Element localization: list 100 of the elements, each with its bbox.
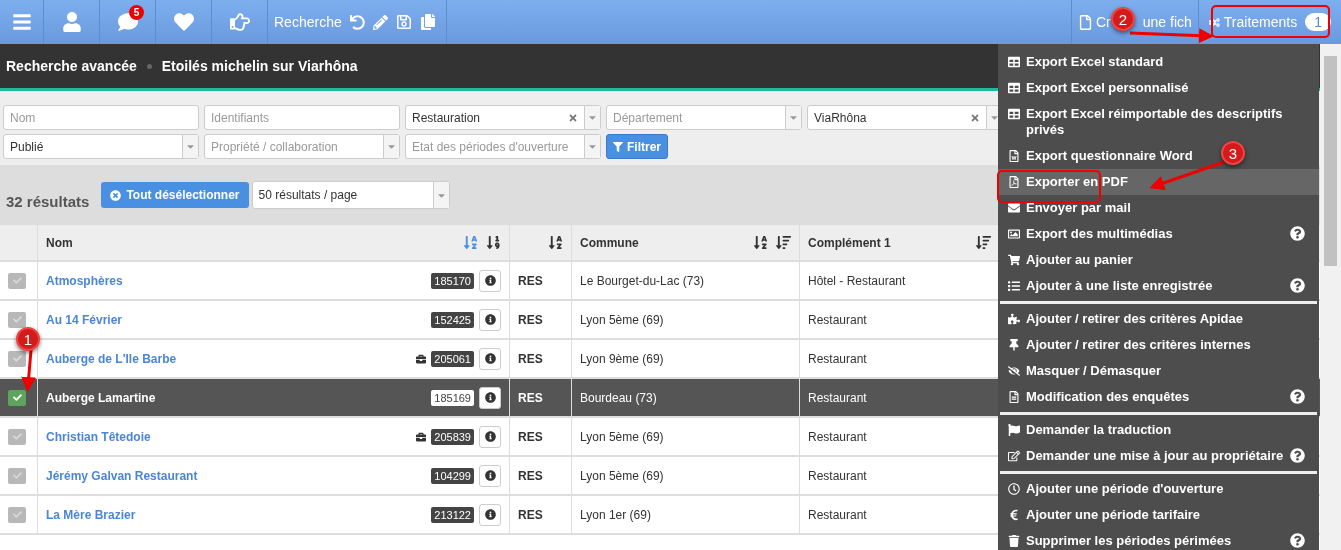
column-header[interactable]: Complément 1 [800, 225, 1000, 262]
sort-amount-icon[interactable] [976, 235, 991, 250]
info-button[interactable] [479, 269, 501, 292]
menu-item[interactable]: Export des multimédias [998, 221, 1319, 247]
file-icon [1078, 14, 1093, 30]
name-link[interactable]: Atmosphères [46, 273, 427, 288]
table-cell: RES [510, 418, 572, 457]
column-header[interactable] [510, 225, 572, 262]
table-icon [1008, 82, 1020, 94]
menu-item[interactable]: Ajouter une période d'ouverture [998, 476, 1232, 502]
row-checkbox[interactable] [8, 506, 26, 523]
briefcase-icon [416, 431, 427, 442]
arrow [21, 349, 37, 392]
name-link[interactable]: La Mère Brazier [46, 507, 427, 522]
select-field[interactable]: Publié [3, 134, 199, 159]
help-icon[interactable] [1290, 448, 1305, 463]
create-label-part: une fich [1142, 14, 1192, 30]
table-cell: RES [510, 457, 572, 496]
notification-badge: 5 [129, 5, 144, 20]
row-checkbox[interactable] [8, 467, 26, 484]
menu-item[interactable]: Ajouter / retirer des critères Apidae [998, 306, 1251, 332]
column-header[interactable]: Commune [572, 225, 800, 262]
info-icon [484, 314, 496, 325]
menu-item[interactable]: Envoyer par mail [998, 195, 1139, 221]
name-link[interactable]: Christian Têtedoie [46, 429, 412, 444]
table-cell: RES [510, 262, 572, 301]
breadcrumb-item[interactable]: Recherche avancée [6, 58, 137, 74]
column-header[interactable]: Nom [38, 225, 510, 262]
word-document-icon [1008, 150, 1020, 162]
page-size-select[interactable]: 50 résultats / page [251, 181, 450, 209]
menu-item[interactable]: Ajouter à une liste enregistrée [998, 273, 1319, 299]
cart-icon [1008, 254, 1020, 266]
help-icon[interactable] [1290, 389, 1305, 404]
check-icon [12, 471, 22, 480]
gears-icon [1209, 15, 1220, 29]
row-checkbox[interactable] [8, 350, 26, 367]
info-button[interactable] [479, 308, 501, 331]
info-button[interactable] [479, 464, 501, 487]
flag-icon [1008, 424, 1020, 436]
check-icon [12, 393, 22, 402]
info-button[interactable] [479, 347, 501, 370]
name-link[interactable]: Au 14 Février [46, 312, 427, 327]
sort-numeric-icon[interactable] [486, 235, 501, 250]
table-cell: Lyon 5ème (69) [572, 457, 800, 496]
select-field[interactable]: Restauration [405, 105, 601, 130]
clear-icon[interactable] [568, 112, 578, 123]
table-cell: Lyon 5ème (69) [572, 301, 800, 340]
menu-item[interactable]: Export Excel personnalisé [998, 75, 1197, 101]
name-link[interactable]: Auberge Lamartine [46, 390, 427, 405]
pointing-hand-icon [229, 12, 250, 32]
menu-item[interactable]: Ajouter / retirer des critères internes [998, 332, 1259, 358]
id-tag: 213122 [431, 506, 474, 523]
sort-alpha-icon[interactable] [753, 235, 768, 250]
menu-item[interactable]: Demander la traduction [998, 417, 1180, 443]
table-cell: RES [510, 496, 572, 535]
clock-icon [1008, 483, 1020, 495]
menu-item[interactable]: Export questionnaire Word [998, 143, 1201, 169]
row-checkbox[interactable] [8, 272, 26, 289]
menu-item[interactable]: Demander une mise à jour au propriétaire [998, 443, 1319, 469]
table-cell: Bourdeau (73) [572, 379, 800, 418]
menu-item[interactable]: Ajouter au panier [998, 247, 1141, 273]
sort-alpha-icon[interactable] [548, 235, 563, 250]
envelope-icon [1008, 202, 1020, 214]
help-icon[interactable] [1290, 278, 1305, 293]
menu-item[interactable]: Exporter en PDF [998, 169, 1319, 195]
id-tag: 205839 [431, 428, 474, 445]
table-cell: RES [510, 340, 572, 379]
row-checkbox[interactable] [8, 428, 26, 445]
check-icon [12, 510, 22, 519]
check-icon [12, 276, 22, 285]
info-icon [484, 353, 496, 364]
menu-item[interactable]: Supprimer les périodes périmées [998, 528, 1319, 550]
scrollbar[interactable] [1320, 44, 1341, 550]
help-icon[interactable] [1290, 226, 1305, 241]
menu-item[interactable]: Modification des enquêtes [998, 384, 1319, 410]
name-link[interactable]: Jérémy Galvan Restaurant [46, 468, 427, 483]
save-icon[interactable] [395, 14, 412, 30]
info-button[interactable] [479, 503, 501, 526]
copy-icon[interactable] [419, 14, 436, 30]
help-icon[interactable] [1290, 533, 1305, 548]
menu-icon [11, 12, 32, 32]
document-icon [1008, 391, 1020, 403]
menu-item[interactable]: Masquer / Démasquer [998, 358, 1170, 384]
euro-icon [1008, 509, 1020, 521]
menu-item[interactable]: Export Excel standard [998, 49, 1172, 75]
info-button[interactable] [479, 425, 501, 448]
name-link[interactable]: Auberge de L'Ile Barbe [46, 351, 412, 366]
row-checkbox[interactable] [8, 389, 26, 406]
menu-item[interactable]: Ajouter une période tarifaire [998, 502, 1209, 528]
heart-icon [173, 12, 194, 32]
pencil-icon[interactable] [372, 14, 388, 30]
info-icon [484, 431, 496, 442]
clear-icon[interactable] [970, 112, 980, 123]
id-tag: 152425 [431, 311, 474, 328]
sort-amount-icon[interactable] [776, 235, 791, 250]
undo-icon[interactable] [349, 14, 365, 30]
row-checkbox[interactable] [8, 311, 26, 328]
info-button[interactable] [479, 386, 501, 409]
page-title: Etoilés michelin sur Viarhôna [161, 58, 358, 74]
table-cell: RES [510, 301, 572, 340]
